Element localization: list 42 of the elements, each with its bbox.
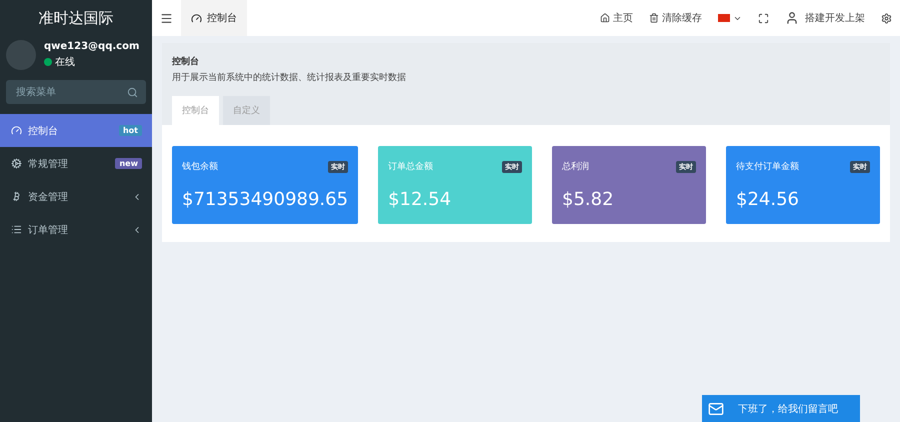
card-value: $71353490989.65 (182, 189, 348, 210)
home-icon (600, 13, 610, 23)
menu-label: 订单管理 (28, 224, 69, 236)
menu-label: 资金管理 (28, 190, 69, 204)
card-title: 订单总金额 (388, 160, 434, 173)
chat-widget[interactable]: 下班了，给我们留言吧 (702, 395, 860, 422)
user-email: qwe123@qq.com (44, 41, 140, 52)
header-link[interactable]: 主页 (592, 0, 641, 36)
chat-label: 下班了，给我们留言吧 (738, 402, 838, 416)
user-menu[interactable]: 搭建开发上架 (776, 0, 873, 36)
header-link[interactable]: 清除缓存 (640, 0, 710, 36)
brand-title: 准时达国际 (38, 8, 114, 28)
panel-title: 控制台 (172, 55, 200, 68)
card-value: $12.54 (388, 189, 452, 210)
search-icon (127, 86, 138, 98)
sidebar-item[interactable]: 控制台 hot (0, 114, 152, 147)
avatar (6, 40, 36, 70)
search-field[interactable]: 搜索菜单 (14, 86, 118, 98)
card-title: 待支付订单金额 (736, 160, 800, 173)
search-bar[interactable]: 搜索菜单 (6, 80, 146, 104)
user-icon (784, 11, 799, 25)
menu-label: 常规管理 (28, 158, 69, 170)
sidebar-item[interactable]: 常规管理 new (0, 147, 152, 180)
header-tab[interactable]: 控制台 (181, 0, 247, 36)
card-title: 总利润 (562, 160, 590, 173)
menu-badge: hot (118, 125, 142, 136)
flag-icon (718, 14, 730, 22)
menu-badge: new (115, 158, 142, 169)
mail-icon (708, 400, 724, 416)
fullscreen-icon[interactable] (758, 12, 769, 24)
settings-icon[interactable] (881, 12, 892, 24)
trash-icon (648, 13, 659, 23)
status-dot (44, 58, 52, 66)
card-value: $24.56 (736, 189, 800, 210)
panel-description: 用于展示当前系统中的统计数据、统计报表及重要实时数据 (172, 72, 407, 84)
sidebar-item[interactable]: 资金管理 (0, 180, 152, 213)
sidebar-item[interactable]: 订单管理 (0, 213, 152, 246)
menu-label: 控制台 (28, 124, 59, 138)
card-title: 钱包余额 (182, 160, 218, 173)
user-status: 在线 (55, 56, 75, 69)
card-value: $5.82 (562, 189, 615, 210)
gauge-icon (191, 12, 202, 24)
